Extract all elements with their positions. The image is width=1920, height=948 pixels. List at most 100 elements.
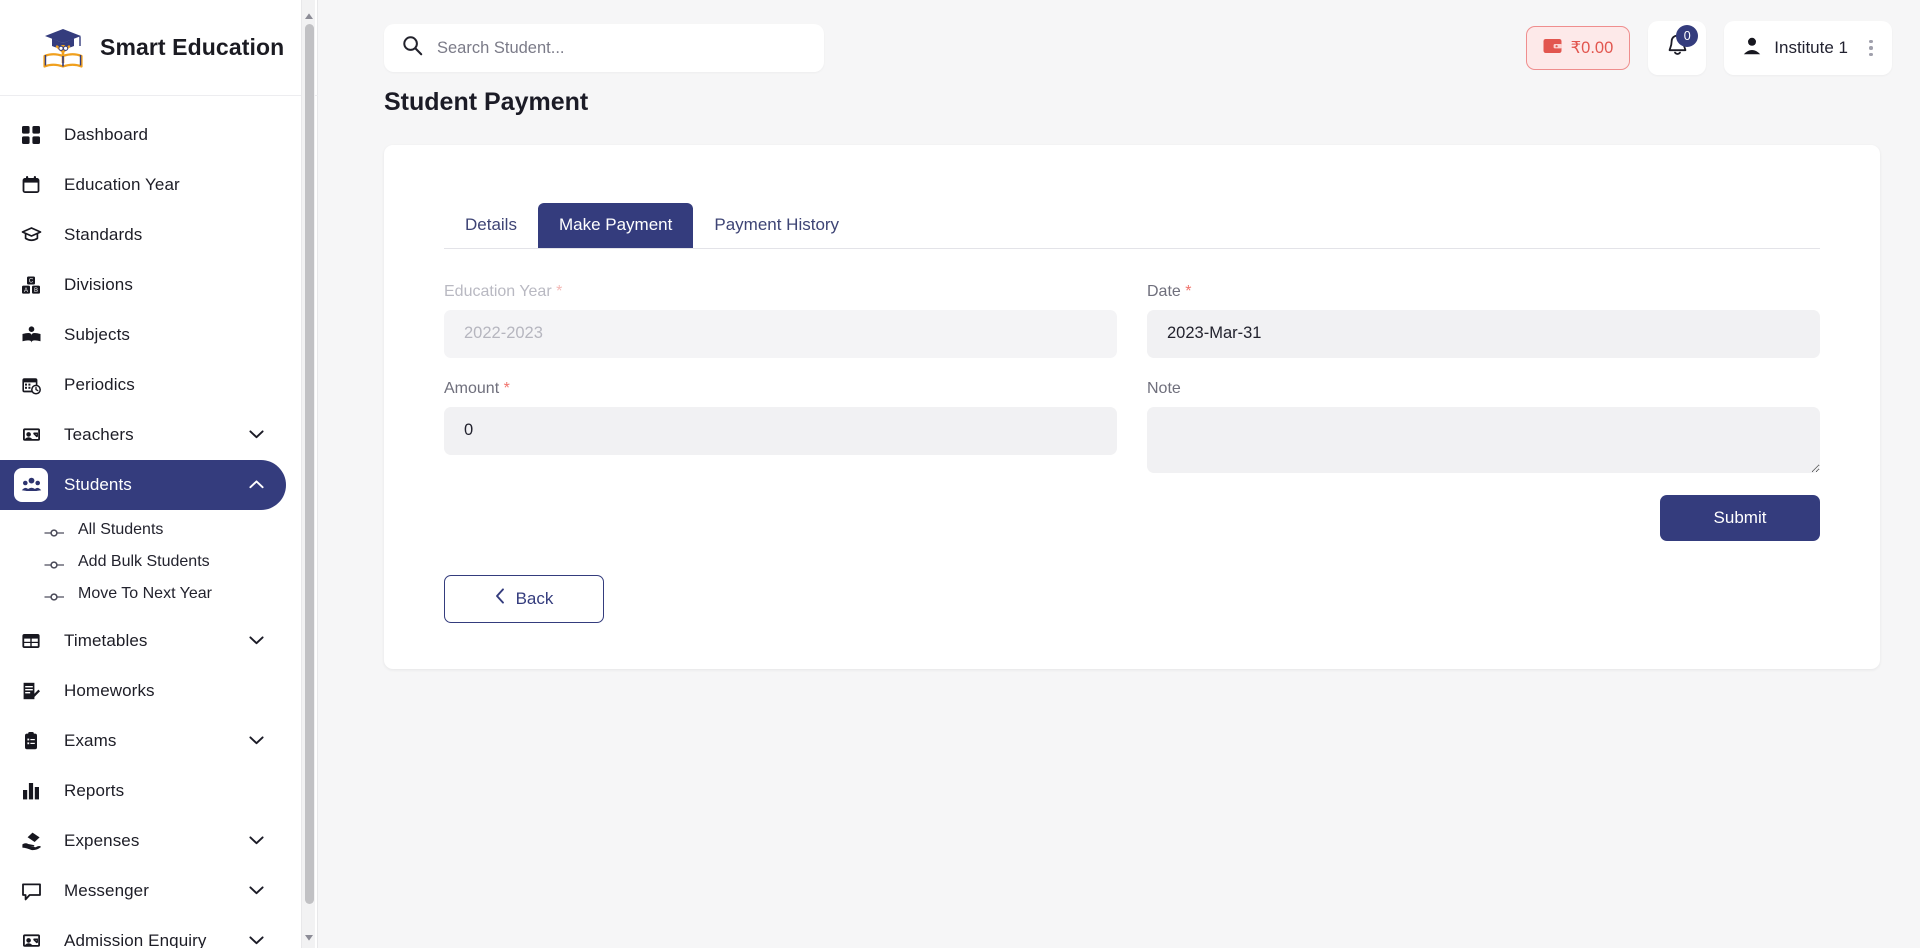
chevron-left-icon — [495, 588, 505, 609]
sidebar-item-education-year[interactable]: Education Year — [0, 160, 286, 210]
education-year-label: Education Year * — [444, 283, 1117, 301]
back-button[interactable]: Back — [444, 574, 604, 623]
chevron-down-icon[interactable] — [249, 732, 264, 750]
people-group-icon — [14, 468, 48, 502]
sidebar-item-messenger[interactable]: Messenger — [0, 866, 286, 916]
sidebar-item-homeworks[interactable]: Homeworks — [0, 666, 286, 716]
sidebar-item-label: Dashboard — [64, 125, 149, 144]
sidebar-item-label: Reports — [64, 781, 125, 800]
graduation-cap-icon — [14, 218, 48, 252]
search-input[interactable] — [437, 38, 806, 58]
chat-bubble-icon — [14, 874, 48, 908]
sidebar-item-add-bulk-students[interactable]: Add Bulk Students — [0, 546, 318, 578]
wallet-balance-button[interactable]: ₹0.00 — [1525, 26, 1631, 70]
sidebar-item-dashboard[interactable]: Dashboard — [0, 110, 286, 160]
sidebar: Smart Education Dashboard Education Year — [0, 0, 318, 948]
clipboard-icon — [14, 724, 48, 758]
sidebar-item-reports[interactable]: Reports — [0, 766, 286, 816]
tab-details[interactable]: Details — [444, 203, 538, 248]
form-row-2: Amount * Note — [444, 380, 1820, 473]
chevron-down-icon[interactable] — [249, 882, 264, 900]
date-field: Date * — [1147, 283, 1820, 358]
app-root: Smart Education Dashboard Education Year — [0, 0, 1920, 948]
education-year-input[interactable] — [444, 309, 1117, 358]
page-title: Student Payment — [384, 88, 589, 116]
required-asterisk: * — [1185, 282, 1192, 300]
sidebar-item-teachers[interactable]: Teachers — [0, 410, 286, 460]
sidebar-scrollbar-thumb[interactable] — [305, 24, 314, 904]
sidebar-item-label: Exams — [64, 731, 117, 750]
user-name: Institute 1 — [1774, 38, 1848, 57]
grid-icon — [14, 118, 48, 152]
calendar-icon — [14, 168, 48, 202]
sidebar-subitem-label: All Students — [78, 521, 164, 538]
sidebar-scroll-area: Smart Education Dashboard Education Year — [0, 0, 318, 948]
sidebar-scrollbar[interactable] — [301, 0, 315, 948]
search-box[interactable] — [384, 24, 824, 72]
wallet-icon — [1543, 38, 1562, 59]
note-field: Note — [1147, 380, 1820, 473]
sidebar-item-label: Admission Enquiry — [64, 931, 207, 948]
chevron-down-icon[interactable] — [249, 632, 264, 650]
tab-payment-history[interactable]: Payment History — [693, 203, 860, 248]
sidebar-nav: Dashboard Education Year Standards C A B… — [0, 96, 318, 948]
student-payment-card: Details Make Payment Payment History Edu… — [384, 145, 1880, 669]
required-asterisk: * — [556, 282, 563, 300]
sidebar-item-students[interactable]: Students — [0, 460, 286, 510]
open-book-icon — [14, 318, 48, 352]
user-avatar-icon — [1742, 36, 1762, 61]
chevron-up-icon[interactable] — [249, 476, 264, 494]
sidebar-item-exams[interactable]: Exams — [0, 716, 286, 766]
date-input[interactable] — [1147, 309, 1820, 358]
sidebar-item-label: Teachers — [64, 425, 134, 444]
amount-input[interactable] — [444, 406, 1117, 455]
sidebar-item-expenses[interactable]: Expenses — [0, 816, 286, 866]
sidebar-item-label: Homeworks — [64, 681, 155, 700]
svg-text:A: A — [24, 288, 28, 294]
sidebar-item-label: Education Year — [64, 175, 180, 194]
sidebar-item-divisions[interactable]: CAB Divisions — [0, 260, 286, 310]
user-menu[interactable]: Institute 1 — [1724, 21, 1892, 75]
chevron-down-icon[interactable] — [249, 832, 264, 850]
bullet-node-icon — [44, 557, 66, 569]
note-label-text: Note — [1147, 379, 1181, 397]
submit-button[interactable]: Submit — [1660, 494, 1820, 541]
amount-field: Amount * — [444, 380, 1117, 473]
svg-text:B: B — [34, 288, 38, 294]
graduation-book-logo — [40, 25, 86, 71]
kebab-menu-icon[interactable] — [1860, 39, 1882, 57]
calendar-clock-icon — [14, 368, 48, 402]
sidebar-item-move-to-next-year[interactable]: Move To Next Year — [0, 578, 318, 610]
bullet-node-icon — [44, 525, 66, 537]
payment-tabs: Details Make Payment Payment History — [444, 203, 1820, 249]
sidebar-item-subjects[interactable]: Subjects — [0, 310, 286, 360]
bar-chart-icon — [14, 774, 48, 808]
sidebar-item-all-students[interactable]: All Students — [0, 514, 318, 546]
sidebar-item-label: Periodics — [64, 375, 135, 394]
tab-make-payment[interactable]: Make Payment — [537, 203, 694, 248]
note-textarea[interactable] — [1147, 406, 1820, 473]
sidebar-subitem-label: Add Bulk Students — [78, 553, 210, 570]
sidebar-item-standards[interactable]: Standards — [0, 210, 286, 260]
notifications-button[interactable]: 0 — [1648, 21, 1707, 75]
education-year-label-text: Education Year — [444, 282, 552, 300]
sidebar-item-periodics[interactable]: Periodics — [0, 360, 286, 410]
bullet-node-icon — [44, 589, 66, 601]
brand-name: Smart Education — [100, 34, 285, 60]
chevron-down-icon[interactable] — [249, 426, 264, 444]
sidebar-item-admission-enquiry[interactable]: Admission Enquiry — [0, 916, 286, 948]
amount-label-text: Amount — [444, 379, 500, 397]
notification-count-badge: 0 — [1676, 25, 1699, 47]
sidebar-item-label: Timetables — [64, 631, 148, 650]
sidebar-item-label: Students — [64, 475, 132, 494]
svg-text:C: C — [29, 279, 34, 285]
sidebar-item-label: Subjects — [64, 325, 131, 344]
sidebar-subitem-label: Move To Next Year — [78, 585, 213, 602]
main-content: ₹0.00 0 Institute 1 Student Payment Deta… — [318, 0, 1920, 948]
sidebar-item-timetables[interactable]: Timetables — [0, 616, 286, 666]
scroll-down-arrow-icon[interactable] — [304, 930, 314, 941]
top-bar: ₹0.00 0 Institute 1 — [318, 0, 1920, 96]
make-payment-form: Education Year * Date * — [444, 249, 1820, 623]
chevron-down-icon[interactable] — [249, 932, 264, 948]
scroll-up-arrow-icon[interactable] — [304, 8, 314, 19]
